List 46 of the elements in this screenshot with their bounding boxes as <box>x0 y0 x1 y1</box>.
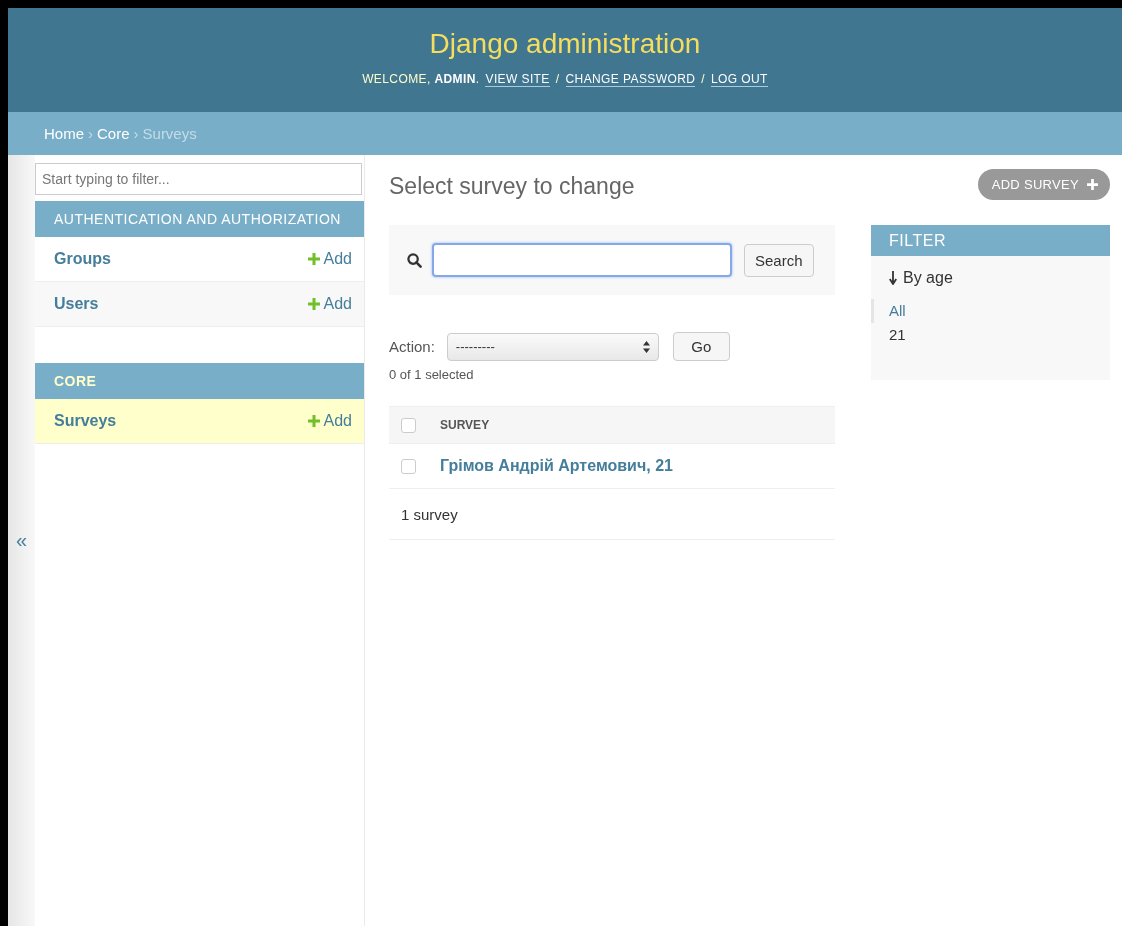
link-separator: / <box>701 72 706 87</box>
plus-icon <box>1087 179 1098 190</box>
updown-arrows-icon <box>642 340 650 353</box>
plus-icon <box>307 253 320 265</box>
current-page-label: Surveys <box>142 125 197 142</box>
column-header[interactable]: SURVEY <box>440 418 490 432</box>
breadcrumb-separator: › <box>88 125 93 142</box>
filter-title: FILTER <box>871 225 1110 256</box>
link-separator: / <box>555 72 560 87</box>
welcome-text: WELCOME, ADMIN. <box>362 72 480 87</box>
add-link[interactable]: Add <box>307 250 352 268</box>
filter-group-title: By age <box>903 269 953 287</box>
header-link[interactable]: CHANGE PASSWORD <box>565 72 696 87</box>
app-header: AUTHENTICATION AND AUTHORIZATION <box>35 201 364 237</box>
survey-link[interactable]: Грімов Андрій Артемович, 21 <box>440 457 673 475</box>
filter-choice[interactable]: All <box>871 299 906 323</box>
model-link[interactable]: Groups <box>54 250 111 268</box>
sidebar-toggle[interactable]: « <box>8 155 35 926</box>
search-icon <box>407 252 422 268</box>
filter-field[interactable]: Start typing to filter... <box>35 163 362 195</box>
header-link[interactable]: LOG OUT <box>711 72 768 87</box>
result-count: 1 survey <box>401 505 458 523</box>
model-link[interactable]: Surveys <box>54 412 117 430</box>
breadcrumb-link[interactable]: Home <box>44 125 84 142</box>
site-title: Django administration <box>429 28 701 60</box>
breadcrumb-link[interactable]: Core <box>97 125 130 142</box>
action-select[interactable]: --------- <box>446 332 659 361</box>
selection-counter: 0 of 1 selected <box>389 367 475 382</box>
search-field[interactable] <box>432 243 732 277</box>
add-survey-button[interactable]: ADD SURVEY <box>977 169 1110 200</box>
breadcrumb-separator: › <box>133 125 139 142</box>
add-link[interactable]: Add <box>307 412 352 430</box>
checkbox[interactable] <box>401 458 416 474</box>
search-button[interactable]: Search <box>744 243 814 277</box>
checkbox[interactable] <box>401 417 416 433</box>
filter-choice[interactable]: 21 <box>871 323 906 347</box>
model-link[interactable]: Users <box>54 295 99 313</box>
header-link[interactable]: VIEW SITE <box>485 72 550 87</box>
plus-icon <box>307 298 320 310</box>
app-header: CORE <box>35 363 364 399</box>
action-label: Action: <box>389 338 435 355</box>
add-link[interactable]: Add <box>307 295 352 313</box>
page-title: Select survey to change <box>389 172 635 200</box>
go-button[interactable]: Go <box>672 332 730 361</box>
down-arrow-icon <box>889 271 897 285</box>
plus-icon <box>307 415 320 427</box>
